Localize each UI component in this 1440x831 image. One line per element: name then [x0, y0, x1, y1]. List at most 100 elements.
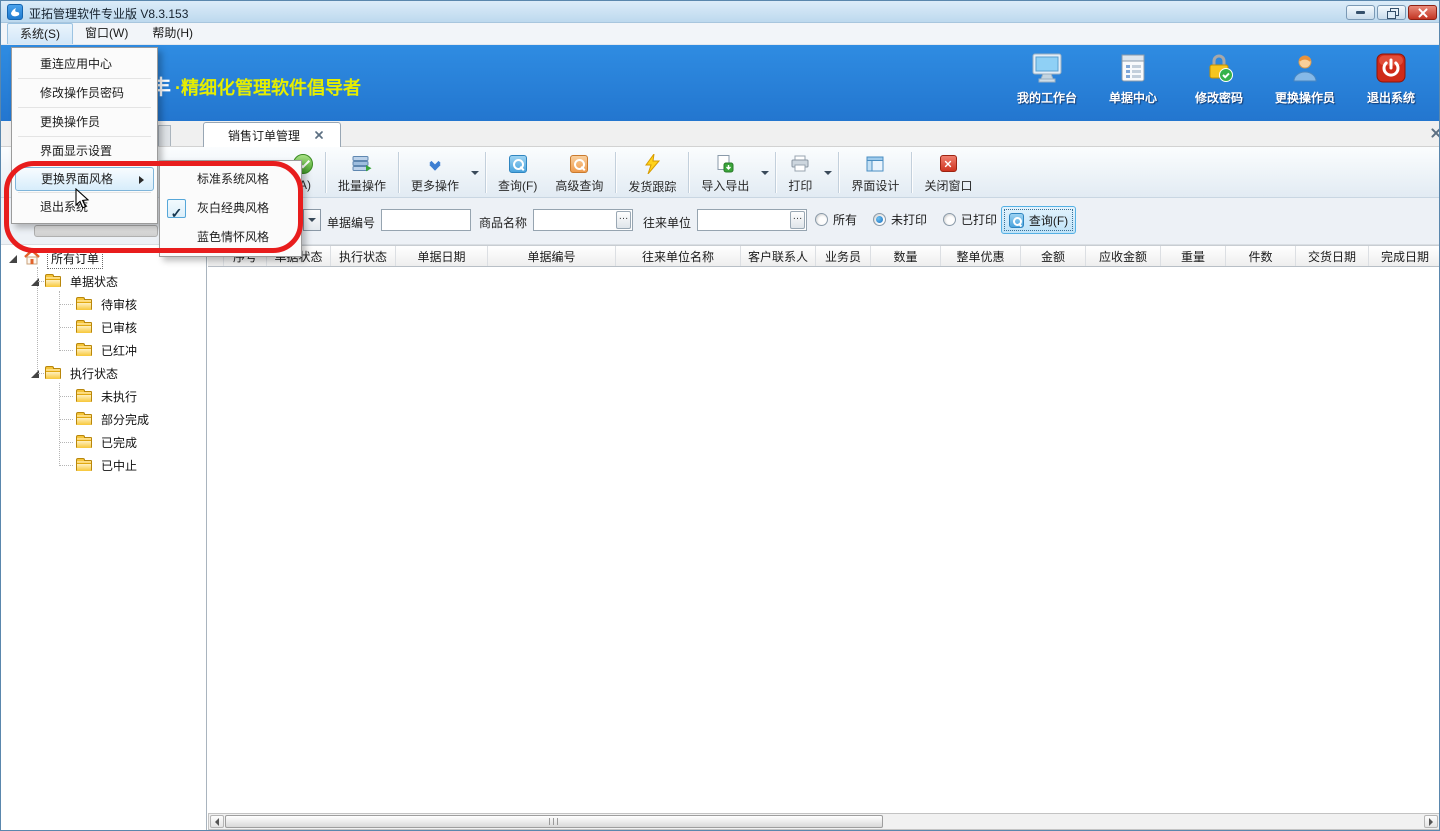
tab-sales-order[interactable]: 销售订单管理 — [203, 122, 341, 147]
scroll-left-button[interactable] — [210, 815, 224, 828]
radio-unprinted[interactable]: 未打印 — [873, 211, 927, 228]
ui-design-label: 界面设计 — [851, 177, 899, 194]
menu-item-change-password[interactable]: 修改操作员密码 — [12, 80, 157, 106]
menu-item-exit[interactable]: 退出系统 — [12, 194, 157, 220]
toolbar-separator — [838, 152, 839, 193]
hidden-tab-fragment — [158, 125, 171, 146]
expander-icon[interactable] — [31, 370, 39, 378]
close-button[interactable] — [1408, 5, 1437, 20]
table-header: 序号 单据状态 执行状态 单据日期 单据编号 往来单位名称 客户联系人 业务员 … — [208, 245, 1440, 267]
partner-label: 往来单位 — [643, 214, 691, 231]
more-actions-button[interactable]: 更多操作 — [402, 149, 468, 196]
query-button[interactable]: 查询(F) — [489, 149, 546, 196]
column-header-delivery-date[interactable]: 交货日期 — [1296, 246, 1369, 266]
import-export-button[interactable]: 导入导出 — [692, 149, 758, 196]
menu-item-change-style[interactable]: 更换界面风格 — [15, 167, 154, 191]
expander-icon[interactable] — [9, 255, 17, 263]
menu-item-display-settings[interactable]: 界面显示设置 — [12, 138, 157, 164]
tab-label: 销售订单管理 — [228, 127, 300, 144]
radio-printed-icon — [943, 213, 956, 226]
dropdown-arrow-icon[interactable] — [761, 171, 769, 175]
change-password-button[interactable]: 修改密码 — [1183, 53, 1255, 106]
column-header-quantity[interactable]: 数量 — [871, 246, 941, 266]
toolbar-separator — [485, 152, 486, 193]
submenu-item-blue-style[interactable]: 蓝色情怀风格 — [160, 223, 301, 252]
minimize-button[interactable] — [1346, 5, 1375, 20]
tree-item-label: 已完成 — [98, 433, 140, 452]
menu-window[interactable]: 窗口(W) — [73, 23, 140, 44]
menu-help[interactable]: 帮助(H) — [140, 23, 205, 44]
toolbar-separator — [688, 152, 689, 193]
column-header-doc-date[interactable]: 单据日期 — [396, 246, 488, 266]
tree-item-partially-done[interactable]: 部分完成 — [1, 408, 206, 431]
table-body-empty — [208, 267, 1440, 813]
column-header-finish-date[interactable]: 完成日期 — [1369, 246, 1440, 266]
window-title: 亚拓管理软件专业版 V8.3.153 — [29, 5, 188, 22]
date-combo-fragment[interactable] — [303, 209, 321, 231]
column-header-doc-no[interactable]: 单据编号 — [488, 246, 616, 266]
dropdown-arrow-icon[interactable] — [824, 171, 832, 175]
switch-operator-button[interactable]: 更换操作员 — [1269, 53, 1341, 106]
toolbar-separator — [911, 152, 912, 193]
column-header-weight[interactable]: 重量 — [1161, 246, 1226, 266]
query-label: 查询(F) — [498, 177, 537, 194]
tree-item-audited[interactable]: 已审核 — [1, 316, 206, 339]
tree-item-terminated[interactable]: 已中止 — [1, 454, 206, 477]
dropdown-arrow-icon[interactable] — [471, 171, 479, 175]
menu-separator — [18, 192, 151, 193]
partner-lookup-button[interactable] — [790, 211, 805, 229]
column-header-pieces[interactable]: 件数 — [1226, 246, 1296, 266]
tree-item-not-executed[interactable]: 未执行 — [1, 385, 206, 408]
system-menu-panel: 重连应用中心 修改操作员密码 更换操作员 界面显示设置 更换界面风格 退出系统 — [11, 47, 158, 224]
horizontal-scrollbar[interactable] — [208, 813, 1440, 830]
scrollbar-thumb[interactable] — [225, 815, 883, 828]
tab-close-icon[interactable] — [315, 131, 324, 140]
expander-icon[interactable] — [31, 278, 39, 286]
close-window-icon — [940, 155, 957, 172]
column-header-exec-status[interactable]: 执行状态 — [331, 246, 396, 266]
column-header-receivable[interactable]: 应收金额 — [1086, 246, 1161, 266]
workbench-button[interactable]: 我的工作台 — [1011, 53, 1083, 106]
tree-root-label: 所有订单 — [47, 248, 103, 269]
scroll-right-button[interactable] — [1424, 815, 1438, 828]
advanced-query-button[interactable]: 高级查询 — [546, 149, 612, 196]
import-export-icon — [716, 154, 734, 173]
doc-no-input[interactable] — [382, 210, 470, 230]
print-button[interactable]: 打印 — [779, 149, 821, 196]
folder-icon — [76, 322, 92, 333]
close-window-label: 关闭窗口 — [924, 177, 972, 194]
shipping-tracking-button[interactable]: 发货跟踪 — [619, 149, 685, 196]
column-header-discount[interactable]: 整单优惠 — [941, 246, 1021, 266]
column-header-amount[interactable]: 金额 — [1021, 246, 1086, 266]
menu-item-reconnect[interactable]: 重连应用中心 — [12, 51, 157, 77]
tree-item-reversed[interactable]: 已红冲 — [1, 339, 206, 362]
tree-group-exec-status[interactable]: 执行状态 — [1, 362, 206, 385]
query-submit-label: 查询(F) — [1029, 212, 1068, 229]
product-lookup-button[interactable] — [616, 211, 631, 229]
batch-actions-button[interactable]: 批量操作 — [329, 149, 395, 196]
restore-button[interactable] — [1377, 5, 1406, 20]
menu-item-switch-operator[interactable]: 更换操作员 — [12, 109, 157, 135]
switch-operator-label: 更换操作员 — [1275, 89, 1335, 106]
column-header-partner-name[interactable]: 往来单位名称 — [616, 246, 741, 266]
scrollbar-grip-icon — [549, 818, 560, 825]
close-window-button[interactable]: 关闭窗口 — [915, 149, 981, 196]
radio-printed[interactable]: 已打印 — [943, 211, 997, 228]
menu-system[interactable]: 系统(S) — [7, 23, 73, 44]
menu-separator — [18, 136, 151, 137]
submenu-item-gray-classic-style[interactable]: 灰白经典风格 — [160, 194, 301, 223]
column-header-salesman[interactable]: 业务员 — [816, 246, 871, 266]
exit-system-button[interactable]: 退出系统 — [1355, 53, 1427, 106]
tree-group-doc-status[interactable]: 单据状态 — [1, 270, 206, 293]
tree-item-completed[interactable]: 已完成 — [1, 431, 206, 454]
tree-item-pending-audit[interactable]: 待审核 — [1, 293, 206, 316]
radio-all[interactable]: 所有 — [815, 211, 857, 228]
toolbar-separator — [325, 152, 326, 193]
document-center-button[interactable]: 单据中心 — [1097, 53, 1169, 106]
query-submit-button[interactable]: 查询(F) — [1001, 206, 1076, 234]
submenu-item-standard-style[interactable]: 标准系统风格 — [160, 165, 301, 194]
column-header-contact[interactable]: 客户联系人 — [741, 246, 816, 266]
radio-all-label: 所有 — [833, 211, 857, 228]
radio-all-icon — [815, 213, 828, 226]
ui-design-button[interactable]: 界面设计 — [842, 149, 908, 196]
